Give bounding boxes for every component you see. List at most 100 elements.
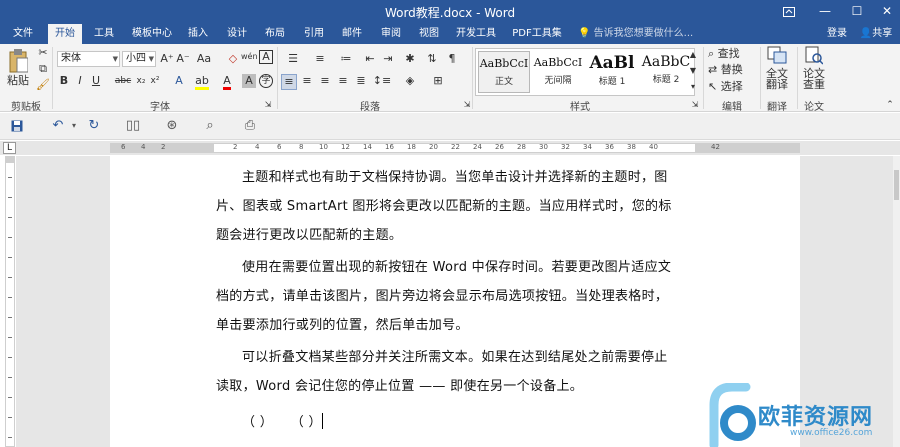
tell-me-box[interactable]: 💡 告诉我您想要做什么... bbox=[578, 24, 698, 44]
bullets-icon[interactable]: ☰ bbox=[283, 52, 303, 66]
align-center-icon[interactable]: ≡ bbox=[299, 74, 315, 88]
document-page[interactable]: 主题和样式也有助于文档保持协调。当您单击设计并选择新的主题时，图 片、图表或 S… bbox=[110, 156, 800, 447]
align-right-icon[interactable]: ≡ bbox=[317, 74, 333, 88]
subscript-button[interactable]: x₂ bbox=[134, 74, 148, 88]
show-marks-icon[interactable]: ¶ bbox=[445, 52, 459, 66]
font-dialog-launcher-icon[interactable]: ⇲ bbox=[263, 98, 273, 112]
tab-tools[interactable]: 工具 bbox=[88, 24, 120, 44]
ruler-number: 36 bbox=[605, 143, 614, 151]
print-preview-icon[interactable]: ⌕ bbox=[200, 117, 220, 135]
borders-icon[interactable]: ⊞ bbox=[428, 74, 448, 88]
distributed-icon[interactable]: ≣ bbox=[353, 74, 369, 88]
font-color-icon[interactable]: A bbox=[220, 74, 234, 90]
styles-dialog-launcher-icon[interactable]: ⇲ bbox=[690, 98, 700, 112]
phonetic-guide-icon[interactable]: wén bbox=[241, 50, 258, 64]
paragraph-4[interactable]: （ ） （ ） bbox=[242, 408, 720, 437]
full-translate-button[interactable]: 全文 翻译 bbox=[762, 68, 792, 90]
scrollbar-thumb[interactable] bbox=[894, 170, 899, 200]
ruler-number: 16 bbox=[385, 143, 394, 151]
style-no-spacing[interactable]: AaBbCcI 无间隔 bbox=[532, 51, 584, 93]
shading-icon[interactable]: ◈ bbox=[400, 74, 420, 88]
enclose-char-icon[interactable]: 字 bbox=[259, 74, 273, 88]
redo-icon[interactable]: ↻ bbox=[84, 117, 104, 135]
collapse-ribbon-icon[interactable]: ⌃ bbox=[884, 98, 896, 112]
underline-button[interactable]: U bbox=[90, 74, 102, 88]
save-icon[interactable] bbox=[7, 117, 27, 135]
ruler-tick bbox=[8, 177, 12, 178]
ruler-number: 10 bbox=[319, 143, 328, 151]
tab-view[interactable]: 视图 bbox=[413, 24, 445, 44]
tab-review[interactable]: 审阅 bbox=[375, 24, 407, 44]
sort-icon[interactable]: ⇅ bbox=[423, 52, 441, 66]
two-pages-icon[interactable]: ▯▯ bbox=[123, 117, 143, 135]
cut-icon[interactable]: ✂ bbox=[36, 46, 50, 60]
style-normal[interactable]: AaBbCcI 正文 bbox=[478, 51, 530, 93]
ruler-number: 2 bbox=[233, 143, 238, 151]
paste-button[interactable]: 粘贴 bbox=[3, 74, 33, 88]
translate-icon[interactable] bbox=[766, 46, 788, 66]
tab-selector[interactable]: L bbox=[3, 142, 16, 154]
tab-file[interactable]: 文件 bbox=[6, 24, 40, 44]
shrink-font-icon[interactable]: A⁻ bbox=[175, 52, 191, 66]
justify-icon[interactable]: ≡ bbox=[335, 74, 351, 88]
signin-link[interactable]: 登录 bbox=[822, 24, 852, 44]
tab-pdf-tools[interactable]: PDF工具集 bbox=[508, 24, 566, 44]
strikethrough-button[interactable]: abc bbox=[113, 74, 133, 88]
char-border-icon[interactable]: A bbox=[259, 50, 273, 64]
clear-formatting-icon[interactable]: ◇ bbox=[226, 52, 240, 66]
grow-font-icon[interactable]: A⁺ bbox=[159, 52, 175, 66]
vertical-ruler[interactable] bbox=[5, 156, 15, 447]
horizontal-ruler[interactable]: 6 4 2 2 4 6 8 10 12 14 16 18 20 22 24 26… bbox=[110, 143, 800, 153]
text-line: 片、图表或 SmartArt 图形将会更改以匹配新的主题。当应用样式时，您的标 bbox=[216, 199, 672, 214]
minimize-button[interactable]: — bbox=[808, 0, 842, 24]
styles-scroll-up-icon[interactable]: ▲ bbox=[688, 48, 698, 62]
tab-design[interactable]: 设计 bbox=[221, 24, 253, 44]
styles-scroll-down-icon[interactable]: ▼ bbox=[688, 64, 698, 78]
bold-button[interactable]: B bbox=[58, 74, 70, 88]
font-name-combo[interactable]: 宋体 ▼ bbox=[57, 51, 120, 67]
chinese-layout-icon[interactable]: ✱ bbox=[401, 52, 419, 66]
highlight-icon[interactable]: ab bbox=[195, 74, 209, 90]
decrease-indent-icon[interactable]: ⇤ bbox=[362, 52, 378, 66]
ribbon-display-icon[interactable] bbox=[772, 0, 806, 24]
superscript-button[interactable]: x² bbox=[148, 74, 162, 88]
text-effects-icon[interactable]: A bbox=[172, 74, 186, 88]
ruler-tick bbox=[8, 237, 12, 238]
format-painter-icon[interactable]: 🖌 bbox=[36, 78, 50, 92]
tab-template-center[interactable]: 模板中心 bbox=[128, 24, 176, 44]
styles-more-icon[interactable]: ▾ bbox=[688, 80, 698, 94]
char-shading-icon[interactable]: A bbox=[242, 74, 256, 88]
tab-mailings[interactable]: 邮件 bbox=[336, 24, 368, 44]
share-network-icon[interactable]: ⊛ bbox=[162, 117, 182, 135]
increase-indent-icon[interactable]: ⇥ bbox=[380, 52, 396, 66]
tab-home[interactable]: 开始 bbox=[48, 24, 82, 44]
paragraph-3[interactable]: 可以折叠文档某些部分并关注所需文本。如果在达到结尾处之前需要停止 读取，Word… bbox=[216, 343, 694, 401]
tab-insert[interactable]: 插入 bbox=[182, 24, 214, 44]
paper-check-button[interactable]: 论文 查重 bbox=[799, 68, 829, 90]
paragraph-dialog-launcher-icon[interactable]: ⇲ bbox=[462, 98, 472, 112]
line-spacing-icon[interactable]: ↕≡ bbox=[372, 74, 392, 88]
share-button[interactable]: 👤共享 bbox=[856, 24, 896, 44]
paragraph-1[interactable]: 主题和样式也有助于文档保持协调。当您单击设计并选择新的主题时，图 片、图表或 S… bbox=[216, 163, 694, 250]
paragraph-2[interactable]: 使用在需要位置出现的新按钮在 Word 中保存时间。若要更改图片适应文 档的方式… bbox=[216, 253, 694, 340]
replace-button[interactable]: ⇄ 替换 bbox=[708, 63, 758, 77]
numbering-icon[interactable]: ≡ bbox=[310, 52, 330, 66]
font-size-combo[interactable]: 小四 ▼ bbox=[122, 51, 156, 67]
maximize-button[interactable]: ☐ bbox=[840, 0, 874, 24]
find-button[interactable]: ⌕ 查找 bbox=[708, 47, 758, 61]
close-button[interactable]: ✕ bbox=[870, 0, 900, 24]
screenshot-icon[interactable]: ⎙ bbox=[240, 117, 260, 135]
change-case-icon[interactable]: Aa bbox=[194, 52, 214, 66]
select-button[interactable]: ↖ 选择 bbox=[708, 80, 758, 94]
style-heading-2[interactable]: AaBbC 标题 2 bbox=[640, 51, 692, 93]
style-heading-1[interactable]: AaBl 标题 1 bbox=[586, 51, 638, 93]
multilevel-list-icon[interactable]: ≔ bbox=[336, 52, 356, 66]
undo-dropdown-icon[interactable]: ▾ bbox=[64, 117, 84, 135]
tab-developer[interactable]: 开发工具 bbox=[452, 24, 500, 44]
copy-icon[interactable]: ⧉ bbox=[36, 62, 50, 76]
italic-button[interactable]: I bbox=[74, 74, 86, 88]
tab-layout[interactable]: 布局 bbox=[259, 24, 291, 44]
paper-check-icon[interactable] bbox=[804, 46, 824, 66]
tab-references[interactable]: 引用 bbox=[298, 24, 330, 44]
align-left-icon[interactable]: ≡ bbox=[281, 74, 297, 90]
